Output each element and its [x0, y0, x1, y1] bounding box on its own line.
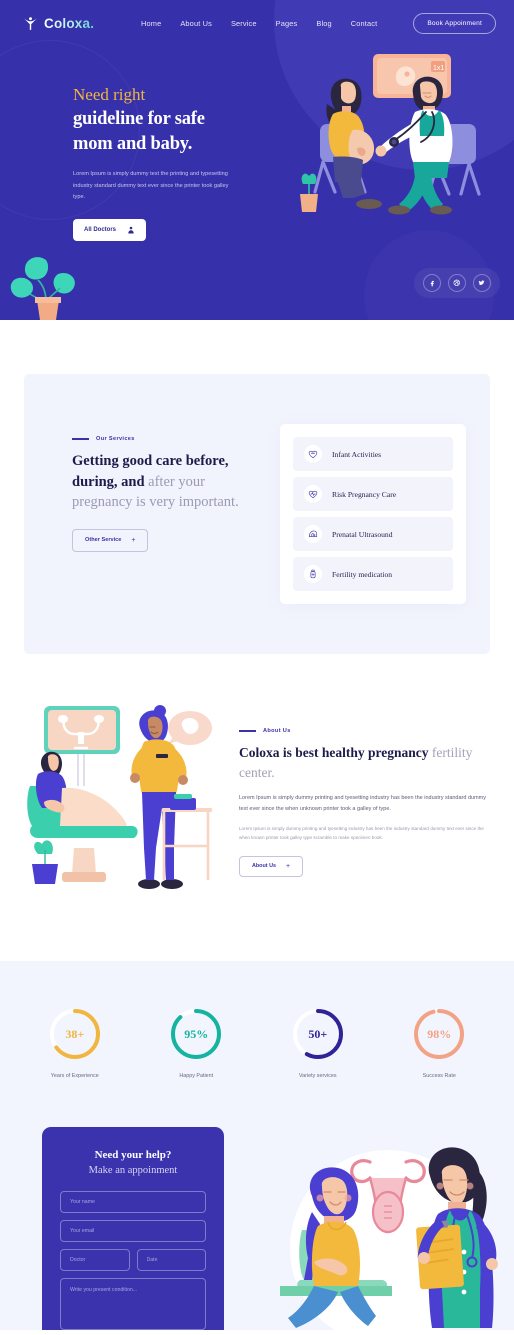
about-title: Coloxa is best healthy pregnancy fertili…: [239, 743, 492, 782]
hero-title-line-1: guideline for safe: [73, 109, 205, 130]
services-text-block: Our Services Getting good care before, d…: [72, 424, 260, 604]
medication-bottle-icon: [304, 565, 322, 583]
service-item-infant-activities[interactable]: Infant Activities: [293, 437, 453, 471]
stat-variety-services: 50+ Variety services: [263, 1007, 373, 1079]
nav-item-blog[interactable]: Blog: [316, 19, 331, 28]
appointment-illustration: [258, 1140, 514, 1335]
landing-page: Coloxa. Home About Us Service Pages Blog…: [0, 0, 514, 1335]
doctor-input[interactable]: [60, 1249, 130, 1271]
appointment-heading: Need your help?: [94, 1149, 172, 1161]
about-us-button[interactable]: About Us +: [239, 855, 304, 877]
hero-eyebrow: Need right: [73, 85, 146, 104]
date-input[interactable]: [136, 1249, 206, 1271]
twitter-icon[interactable]: [473, 274, 491, 292]
hero-text-block: Need right guideline for safe mom and ba…: [0, 46, 252, 241]
progress-ring: 98%: [412, 1007, 466, 1061]
dove-person-logo-icon: [22, 15, 39, 32]
nav-links: Home About Us Service Pages Blog Contact…: [141, 12, 496, 34]
all-doctors-button[interactable]: All Doctors: [73, 218, 147, 241]
social-links: [414, 268, 500, 298]
book-appointment-button[interactable]: Book Appoinment: [413, 12, 496, 34]
about-paragraph-secondary: Lorem Ipsum is simply dummy printing and…: [239, 826, 484, 841]
about-title-bold: Coloxa is best healthy pregnancy: [239, 745, 429, 760]
appointment-subheading: Make an appoinment: [88, 1165, 178, 1176]
service-label: Infant Activities: [332, 449, 382, 459]
nav-item-contact[interactable]: Contact: [351, 19, 378, 28]
progress-ring: 95%: [169, 1007, 223, 1061]
facebook-icon[interactable]: [423, 274, 441, 292]
doctor-person-icon: [127, 226, 135, 234]
service-label: Risk Pregnancy Care: [332, 489, 397, 499]
service-item-fertility-medication[interactable]: Fertility medication: [293, 557, 453, 591]
email-input[interactable]: [60, 1220, 206, 1242]
infant-heart-icon: [304, 445, 322, 463]
plus-icon: +: [285, 862, 291, 870]
service-item-risk-pregnancy-care[interactable]: Risk Pregnancy Care: [293, 477, 453, 511]
services-section: Our Services Getting good care before, d…: [0, 320, 514, 654]
hero-section: Coloxa. Home About Us Service Pages Blog…: [0, 0, 514, 320]
hero-title: guideline for safe mom and baby.: [73, 107, 252, 156]
hero-description: Lorem Ipsum is simply dummy text the pri…: [73, 171, 229, 201]
dribbble-icon[interactable]: [448, 274, 466, 292]
stat-label: Years of Experience: [50, 1073, 99, 1079]
service-label: Prenatal Ultrasound: [332, 529, 393, 539]
brand-name: Coloxa.: [44, 15, 95, 31]
appointment-section: Need your help? Make an appoinment: [0, 1119, 514, 1335]
stat-value: 98%: [427, 1026, 452, 1041]
eyebrow-dash-icon: [239, 730, 256, 732]
about-section: About Us Coloxa is best healthy pregnanc…: [0, 654, 514, 961]
about-illustration: [22, 698, 217, 903]
services-card: Our Services Getting good care before, d…: [24, 374, 490, 654]
stat-label: Success Rate: [422, 1073, 456, 1079]
services-eyebrow-label: Our Services: [96, 436, 135, 442]
monstera-plant-illustration: [8, 252, 90, 320]
hero-title-line-2: mom and baby.: [73, 133, 193, 154]
progress-ring: 50+: [291, 1007, 345, 1061]
stat-years-of-experience: 38+ Years of Experience: [20, 1007, 130, 1079]
about-paragraph-primary: Lorem Ipsum is simply dummy printing and…: [239, 795, 487, 813]
service-item-prenatal-ultrasound[interactable]: Prenatal Ultrasound: [293, 517, 453, 551]
service-label: Fertility medication: [332, 569, 393, 579]
name-input[interactable]: [60, 1191, 206, 1213]
nav-item-about-us[interactable]: About Us: [180, 19, 212, 28]
stats-section: 38+ Years of Experience 95% Happy Patien…: [0, 961, 514, 1119]
about-text-block: About Us Coloxa is best healthy pregnanc…: [239, 698, 492, 877]
appointment-form: [60, 1191, 206, 1330]
about-us-label: About Us: [252, 863, 276, 869]
nav-item-service[interactable]: Service: [231, 19, 257, 28]
doctor-date-row: [60, 1249, 206, 1271]
brand-logo[interactable]: Coloxa.: [22, 15, 94, 32]
all-doctors-label: All Doctors: [84, 226, 117, 233]
other-service-label: Other Service: [85, 537, 122, 544]
risk-heart-icon: [304, 485, 322, 503]
condition-textarea[interactable]: [60, 1278, 206, 1330]
about-eyebrow-label: About Us: [263, 728, 291, 734]
main-navbar: Coloxa. Home About Us Service Pages Blog…: [0, 0, 514, 46]
stat-label: Variety services: [298, 1073, 337, 1079]
services-eyebrow: Our Services: [72, 436, 260, 442]
progress-ring: 38+: [48, 1007, 102, 1061]
appointment-card: Need your help? Make an appoinment: [42, 1127, 224, 1330]
stat-success-rate: 98% Success Rate: [384, 1007, 494, 1079]
services-title: Getting good care before, during, and af…: [72, 451, 260, 513]
stat-value: 50+: [308, 1026, 328, 1041]
other-service-button[interactable]: Other Service +: [72, 528, 149, 552]
stat-value: 95%: [184, 1026, 209, 1041]
ultrasound-icon: [304, 525, 322, 543]
hero-body: Need right guideline for safe mom and ba…: [0, 46, 514, 241]
nav-item-home[interactable]: Home: [141, 19, 161, 28]
nav-item-pages[interactable]: Pages: [276, 19, 298, 28]
about-eyebrow: About Us: [239, 728, 492, 734]
plus-icon: +: [131, 536, 136, 544]
services-list: Infant Activities Risk Pregnancy Care Pr…: [280, 424, 466, 604]
stat-value: 38+: [65, 1026, 85, 1041]
stat-happy-patient: 95% Happy Patient: [141, 1007, 251, 1079]
stat-label: Happy Patient: [179, 1073, 214, 1079]
eyebrow-dash-icon: [72, 438, 89, 440]
